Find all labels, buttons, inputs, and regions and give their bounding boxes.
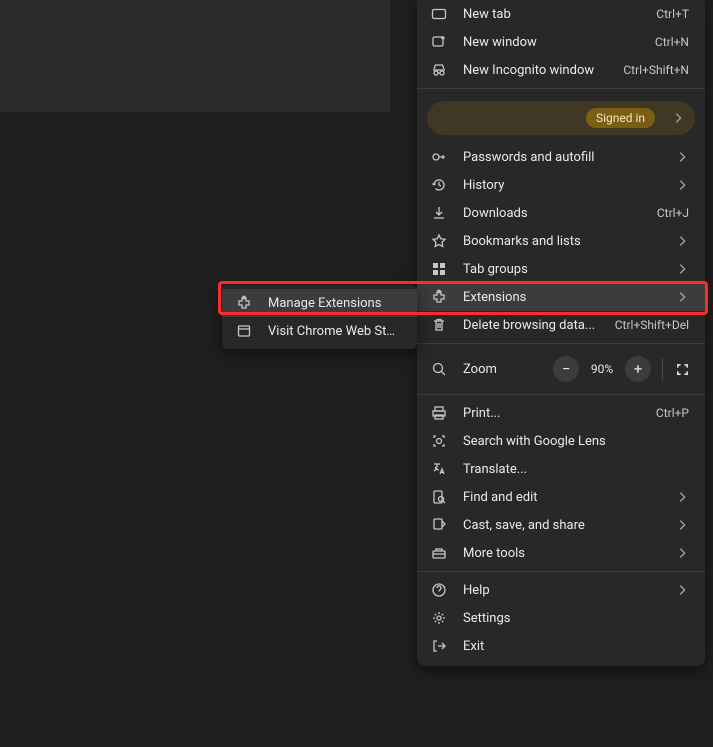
tab-icon xyxy=(431,6,447,22)
extension-icon xyxy=(236,295,252,311)
menu-shortcut: Ctrl+P xyxy=(656,406,689,420)
separator xyxy=(417,394,705,395)
menu-item-tab-groups[interactable]: Tab groups xyxy=(417,255,705,283)
help-icon xyxy=(431,582,447,598)
exit-icon xyxy=(431,638,447,654)
chevron-right-icon xyxy=(675,234,689,248)
extensions-submenu: Manage Extensions Visit Chrome Web Store xyxy=(222,285,417,349)
chevron-right-icon xyxy=(675,262,689,276)
menu-shortcut: Ctrl+Shift+N xyxy=(623,63,689,77)
menu-label: Bookmarks and lists xyxy=(463,234,667,249)
zoom-out-button[interactable]: − xyxy=(553,356,579,382)
menu-shortcut: Ctrl+Shift+Del xyxy=(615,318,689,332)
menu-label: Translate... xyxy=(463,462,689,477)
divider xyxy=(662,358,663,380)
menu-item-passwords[interactable]: Passwords and autofill xyxy=(417,143,705,171)
lens-icon xyxy=(431,433,447,449)
chrome-main-menu: New tab Ctrl+T New window Ctrl+N New Inc… xyxy=(417,0,705,666)
menu-label: New tab xyxy=(463,7,648,22)
menu-label: Exit xyxy=(463,639,689,654)
separator xyxy=(417,571,705,572)
submenu-item-manage-extensions[interactable]: Manage Extensions xyxy=(222,289,417,317)
menu-label: Passwords and autofill xyxy=(463,150,667,165)
star-icon xyxy=(431,233,447,249)
menu-label: More tools xyxy=(463,546,667,561)
menu-shortcut: Ctrl+N xyxy=(655,35,689,49)
new-window-icon xyxy=(431,34,447,50)
menu-item-exit[interactable]: Exit xyxy=(417,632,705,660)
translate-icon xyxy=(431,461,447,477)
submenu-item-visit-web-store[interactable]: Visit Chrome Web Store xyxy=(222,317,417,345)
chevron-right-icon xyxy=(675,518,689,532)
menu-label: Extensions xyxy=(463,290,667,305)
menu-label: History xyxy=(463,178,667,193)
zoom-in-button[interactable]: + xyxy=(625,356,651,382)
menu-label: New window xyxy=(463,35,647,50)
chevron-right-icon xyxy=(675,290,689,304)
menu-item-google-lens[interactable]: Search with Google Lens xyxy=(417,427,705,455)
profile-section: Signed in xyxy=(417,93,705,143)
trash-icon xyxy=(431,317,447,333)
menu-item-print[interactable]: Print... Ctrl+P xyxy=(417,399,705,427)
background-panel xyxy=(0,0,390,112)
key-icon xyxy=(431,149,447,165)
menu-label: Delete browsing data... xyxy=(463,318,607,333)
submenu-label: Visit Chrome Web Store xyxy=(268,324,401,339)
menu-label: Search with Google Lens xyxy=(463,434,689,449)
find-icon xyxy=(431,489,447,505)
menu-shortcut: Ctrl+T xyxy=(656,7,689,21)
chevron-right-icon xyxy=(675,546,689,560)
submenu-label: Manage Extensions xyxy=(268,296,401,311)
menu-shortcut: Ctrl+J xyxy=(657,206,689,220)
print-icon xyxy=(431,405,447,421)
menu-item-downloads[interactable]: Downloads Ctrl+J xyxy=(417,199,705,227)
menu-item-delete-browsing-data[interactable]: Delete browsing data... Ctrl+Shift+Del xyxy=(417,311,705,339)
menu-item-incognito[interactable]: New Incognito window Ctrl+Shift+N xyxy=(417,56,705,84)
menu-label: Find and edit xyxy=(463,490,667,505)
incognito-icon xyxy=(431,62,447,78)
web-store-icon xyxy=(236,323,252,339)
zoom-icon xyxy=(431,361,447,377)
zoom-controls: Zoom − 90% + xyxy=(417,348,705,390)
menu-item-find-and-edit[interactable]: Find and edit xyxy=(417,483,705,511)
menu-item-extensions[interactable]: Extensions xyxy=(417,283,705,311)
cast-icon xyxy=(431,517,447,533)
menu-item-cast-save-share[interactable]: Cast, save, and share xyxy=(417,511,705,539)
grid-icon xyxy=(431,261,447,277)
menu-item-history[interactable]: History xyxy=(417,171,705,199)
menu-item-translate[interactable]: Translate... xyxy=(417,455,705,483)
chevron-right-icon xyxy=(671,111,685,125)
menu-label: Settings xyxy=(463,611,689,626)
menu-item-settings[interactable]: Settings xyxy=(417,604,705,632)
signed-in-badge: Signed in xyxy=(586,108,655,128)
profile-pill[interactable]: Signed in xyxy=(427,101,695,135)
chevron-right-icon xyxy=(675,150,689,164)
zoom-value: 90% xyxy=(582,362,622,376)
zoom-label: Zoom xyxy=(463,362,550,377)
menu-label: Cast, save, and share xyxy=(463,518,667,533)
chevron-right-icon xyxy=(675,178,689,192)
menu-item-new-tab[interactable]: New tab Ctrl+T xyxy=(417,0,705,28)
chevron-right-icon xyxy=(675,583,689,597)
separator xyxy=(417,343,705,344)
separator xyxy=(417,88,705,89)
menu-item-bookmarks[interactable]: Bookmarks and lists xyxy=(417,227,705,255)
chevron-right-icon xyxy=(675,490,689,504)
extension-icon xyxy=(431,289,447,305)
menu-label: Print... xyxy=(463,406,648,421)
settings-icon xyxy=(431,610,447,626)
fullscreen-button[interactable] xyxy=(669,356,695,382)
menu-label: New Incognito window xyxy=(463,63,615,78)
toolbox-icon xyxy=(431,545,447,561)
download-icon xyxy=(431,205,447,221)
menu-label: Help xyxy=(463,583,667,598)
menu-label: Downloads xyxy=(463,206,649,221)
menu-item-help[interactable]: Help xyxy=(417,576,705,604)
menu-item-new-window[interactable]: New window Ctrl+N xyxy=(417,28,705,56)
history-icon xyxy=(431,177,447,193)
menu-item-more-tools[interactable]: More tools xyxy=(417,539,705,567)
menu-label: Tab groups xyxy=(463,262,667,277)
